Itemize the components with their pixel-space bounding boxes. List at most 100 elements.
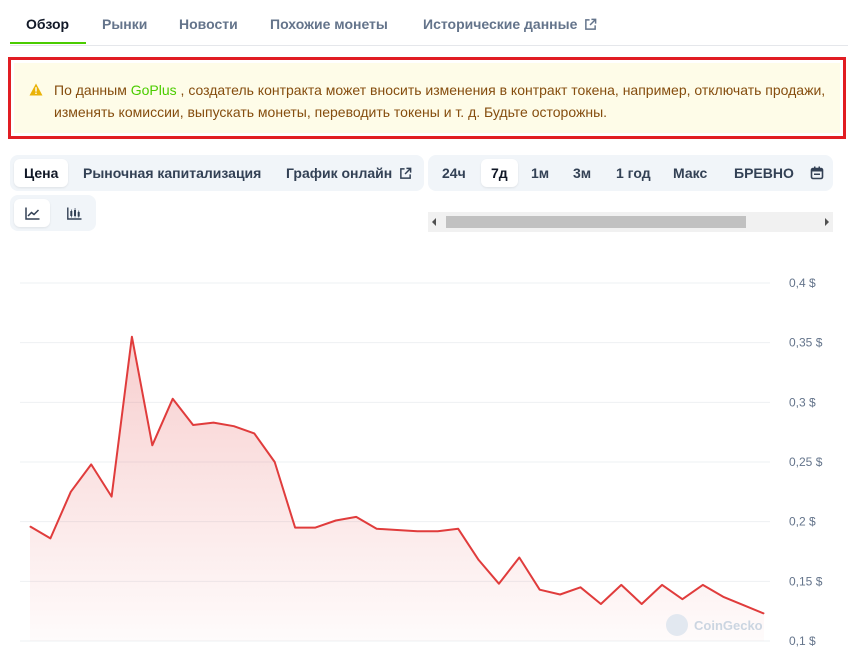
price-point — [233, 425, 235, 427]
scrollbar-thumb[interactable] — [446, 216, 746, 228]
tab-price[interactable]: Цена — [14, 159, 69, 187]
price-point — [457, 528, 459, 530]
calendar-button[interactable] — [808, 159, 826, 187]
tab-news-label: Новости — [179, 16, 238, 32]
range-3m[interactable]: 3м — [563, 159, 601, 187]
tab-overview-label: Обзор — [26, 16, 70, 32]
warning-triangle-icon — [29, 83, 43, 96]
range-max-label: Макс — [673, 165, 708, 181]
candlestick-button[interactable] — [56, 199, 92, 227]
price-point — [763, 613, 765, 615]
range-1m-label: 1м — [531, 165, 550, 181]
price-point — [661, 584, 663, 586]
time-range-tabs: 24ч 7д 1м 3м 1 год Макс БРЕВНО — [428, 155, 833, 191]
price-point — [580, 586, 581, 588]
goplus-link[interactable]: GoPlus — [131, 82, 177, 98]
tab-price-label: Цена — [24, 165, 59, 181]
chart-style-toggle — [10, 195, 96, 231]
range-log[interactable]: БРЕВНО — [724, 159, 804, 187]
price-point — [702, 584, 704, 586]
price-point — [335, 519, 337, 521]
tab-markets-label: Рынки — [102, 16, 148, 32]
price-point — [131, 336, 133, 338]
y-tick-label: 0,35 $ — [789, 336, 823, 350]
warning-prefix: По данным — [54, 82, 131, 98]
price-point — [355, 516, 357, 518]
range-7d[interactable]: 7д — [481, 159, 518, 187]
price-point — [90, 463, 92, 465]
price-point — [294, 527, 296, 529]
price-point — [253, 432, 255, 434]
price-point — [70, 491, 72, 493]
y-tick-label: 0,15 $ — [789, 574, 823, 588]
line-chart-button[interactable] — [14, 199, 50, 227]
external-link-icon — [585, 18, 597, 30]
coingecko-logo-icon — [666, 614, 688, 636]
y-tick-label: 0,2 $ — [789, 515, 816, 529]
price-point — [172, 398, 174, 400]
candlestick-icon — [66, 207, 81, 220]
tab-news[interactable]: Новости — [179, 16, 238, 32]
y-tick-label: 0,1 $ — [789, 634, 816, 648]
y-axis-labels: 0,4 $ 0,35 $ 0,3 $ 0,25 $ 0,2 $ 0,15 $ 0,1 $ — [789, 276, 823, 648]
price-point — [559, 593, 561, 595]
tab-live-chart-label: График онлайн — [286, 165, 393, 181]
price-point — [437, 530, 439, 532]
price-point — [151, 444, 153, 446]
warning-text: По данным GoPlus , создатель контракта м… — [54, 79, 834, 123]
price-point — [49, 537, 51, 539]
price-point — [192, 424, 194, 426]
scroll-right-arrow-icon[interactable] — [824, 218, 830, 226]
price-point — [539, 589, 541, 591]
price-point — [29, 525, 31, 527]
tab-similar-coins-label: Похожие монеты — [270, 16, 388, 32]
price-point — [416, 530, 418, 532]
range-log-label: БРЕВНО — [734, 165, 794, 181]
range-1y-label: 1 год — [616, 165, 651, 181]
coingecko-watermark: CoinGecko — [666, 614, 763, 636]
y-tick-label: 0,25 $ — [789, 455, 823, 469]
tab-historical-data-label: Исторические данные — [423, 16, 578, 32]
chart-type-tabs: Цена Рыночная капитализация График онлай… — [10, 155, 424, 191]
horizontal-scrollbar[interactable] — [428, 212, 833, 232]
range-24h[interactable]: 24ч — [432, 159, 476, 187]
price-point — [314, 527, 316, 529]
price-point — [600, 603, 602, 605]
range-24h-label: 24ч — [442, 165, 466, 181]
tab-markets[interactable]: Рынки — [102, 16, 147, 32]
external-link-icon — [400, 167, 412, 179]
tab-historical-data[interactable]: Исторические данные — [423, 16, 597, 32]
tab-overview[interactable]: Обзор — [26, 16, 69, 32]
tab-market-cap[interactable]: Рыночная капитализация — [73, 159, 271, 187]
price-point — [681, 598, 683, 600]
price-point — [620, 584, 622, 586]
price-point — [518, 556, 520, 558]
line-chart-icon — [24, 207, 39, 220]
scroll-left-arrow-icon[interactable] — [431, 218, 437, 226]
price-point — [722, 596, 724, 598]
range-1m[interactable]: 1м — [521, 159, 559, 187]
price-point — [396, 529, 398, 531]
watermark-text: CoinGecko — [694, 617, 763, 633]
range-max[interactable]: Макс — [663, 159, 717, 187]
range-7d-label: 7д — [491, 165, 508, 181]
price-point — [498, 583, 500, 585]
price-point — [641, 603, 643, 605]
contract-warning-banner: По данным GoPlus , создатель контракта м… — [8, 57, 846, 139]
tab-market-cap-label: Рыночная капитализация — [83, 165, 262, 181]
y-tick-label: 0,3 $ — [789, 395, 816, 409]
range-3m-label: 3м — [573, 165, 592, 181]
price-chart: 0,4 $ 0,35 $ 0,3 $ 0,25 $ 0,2 $ 0,15 $ 0,1 $ — [20, 276, 823, 648]
range-1y[interactable]: 1 год — [606, 159, 661, 187]
price-point — [376, 528, 378, 530]
y-tick-label: 0,4 $ — [789, 276, 816, 290]
tab-similar-coins[interactable]: Похожие монеты — [270, 16, 388, 32]
tab-live-chart[interactable]: График онлайн — [276, 159, 422, 187]
price-point — [274, 461, 276, 463]
price-point — [478, 559, 480, 561]
top-tabs: Обзор Рынки Новости Похожие монеты Истор… — [10, 0, 848, 46]
active-tab-underline — [10, 42, 86, 44]
price-point — [213, 422, 214, 424]
price-point — [743, 604, 745, 606]
calendar-icon — [810, 166, 824, 180]
